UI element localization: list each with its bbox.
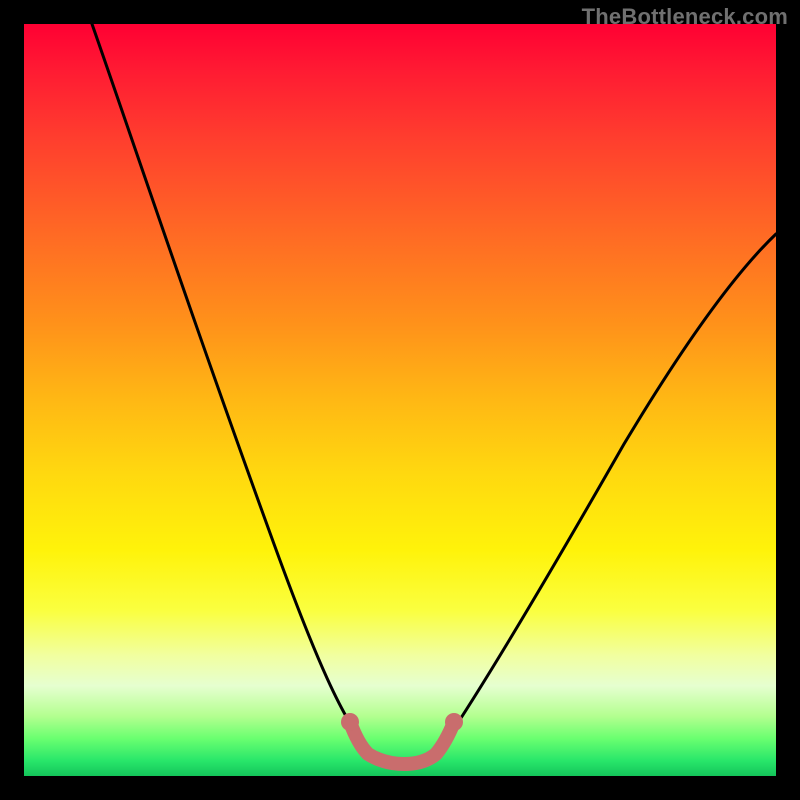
chart-frame: TheBottleneck.com	[0, 0, 800, 800]
bottleneck-curve	[92, 24, 776, 762]
watermark-text: TheBottleneck.com	[582, 4, 788, 30]
highlight-dot-right	[445, 713, 463, 731]
chart-svg	[24, 24, 776, 776]
highlight-dot-left	[341, 713, 359, 731]
plot-area	[24, 24, 776, 776]
flat-segment-highlight	[350, 722, 454, 764]
